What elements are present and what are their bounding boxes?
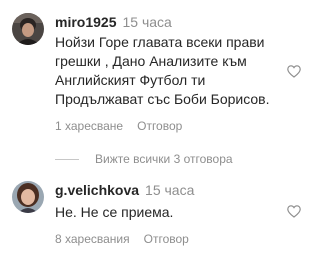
comment-item: g.velichkova 15 часа Не. Не се приема. 8 … [0, 176, 317, 257]
reply-button[interactable]: Отговор [144, 232, 189, 246]
like-count[interactable]: 8 харесвания [55, 232, 130, 246]
comment-text-line: Не. Не се приема. [55, 204, 174, 220]
comment-text-line: грешки , Дано Анализите към [55, 53, 247, 69]
avatar[interactable] [12, 13, 44, 45]
like-count[interactable]: 1 харесване [55, 119, 123, 133]
comment-text: Нойзи Горе главата всеки прави грешки , … [55, 33, 270, 109]
comment-username[interactable]: miro1925 [55, 14, 116, 30]
comment-time[interactable]: 15 часа [145, 182, 194, 198]
comment-item: miro1925 15 часа Нойзи Горе главата всеки… [0, 0, 317, 150]
avatar[interactable] [12, 181, 44, 213]
comment-time[interactable]: 15 часа [122, 14, 171, 30]
divider-line [55, 159, 79, 161]
view-replies-label[interactable]: Вижте всички 3 отговора [95, 152, 233, 166]
heart-outline-icon[interactable] [287, 205, 301, 218]
comment-username[interactable]: g.velichkova [55, 182, 139, 198]
reply-button[interactable]: Отговор [137, 119, 182, 133]
comment-text: Не. Не се приема. [55, 203, 173, 222]
heart-outline-icon[interactable] [287, 65, 301, 78]
view-replies-button[interactable]: Вижте всички 3 отговора [55, 151, 233, 167]
comment-text-line: Нойзи Горе главата всеки прави [55, 34, 265, 50]
comment-text-line: Английският Футбол ти [55, 72, 206, 88]
comment-text-line: Продължават със Боби Борисов. [55, 91, 270, 107]
